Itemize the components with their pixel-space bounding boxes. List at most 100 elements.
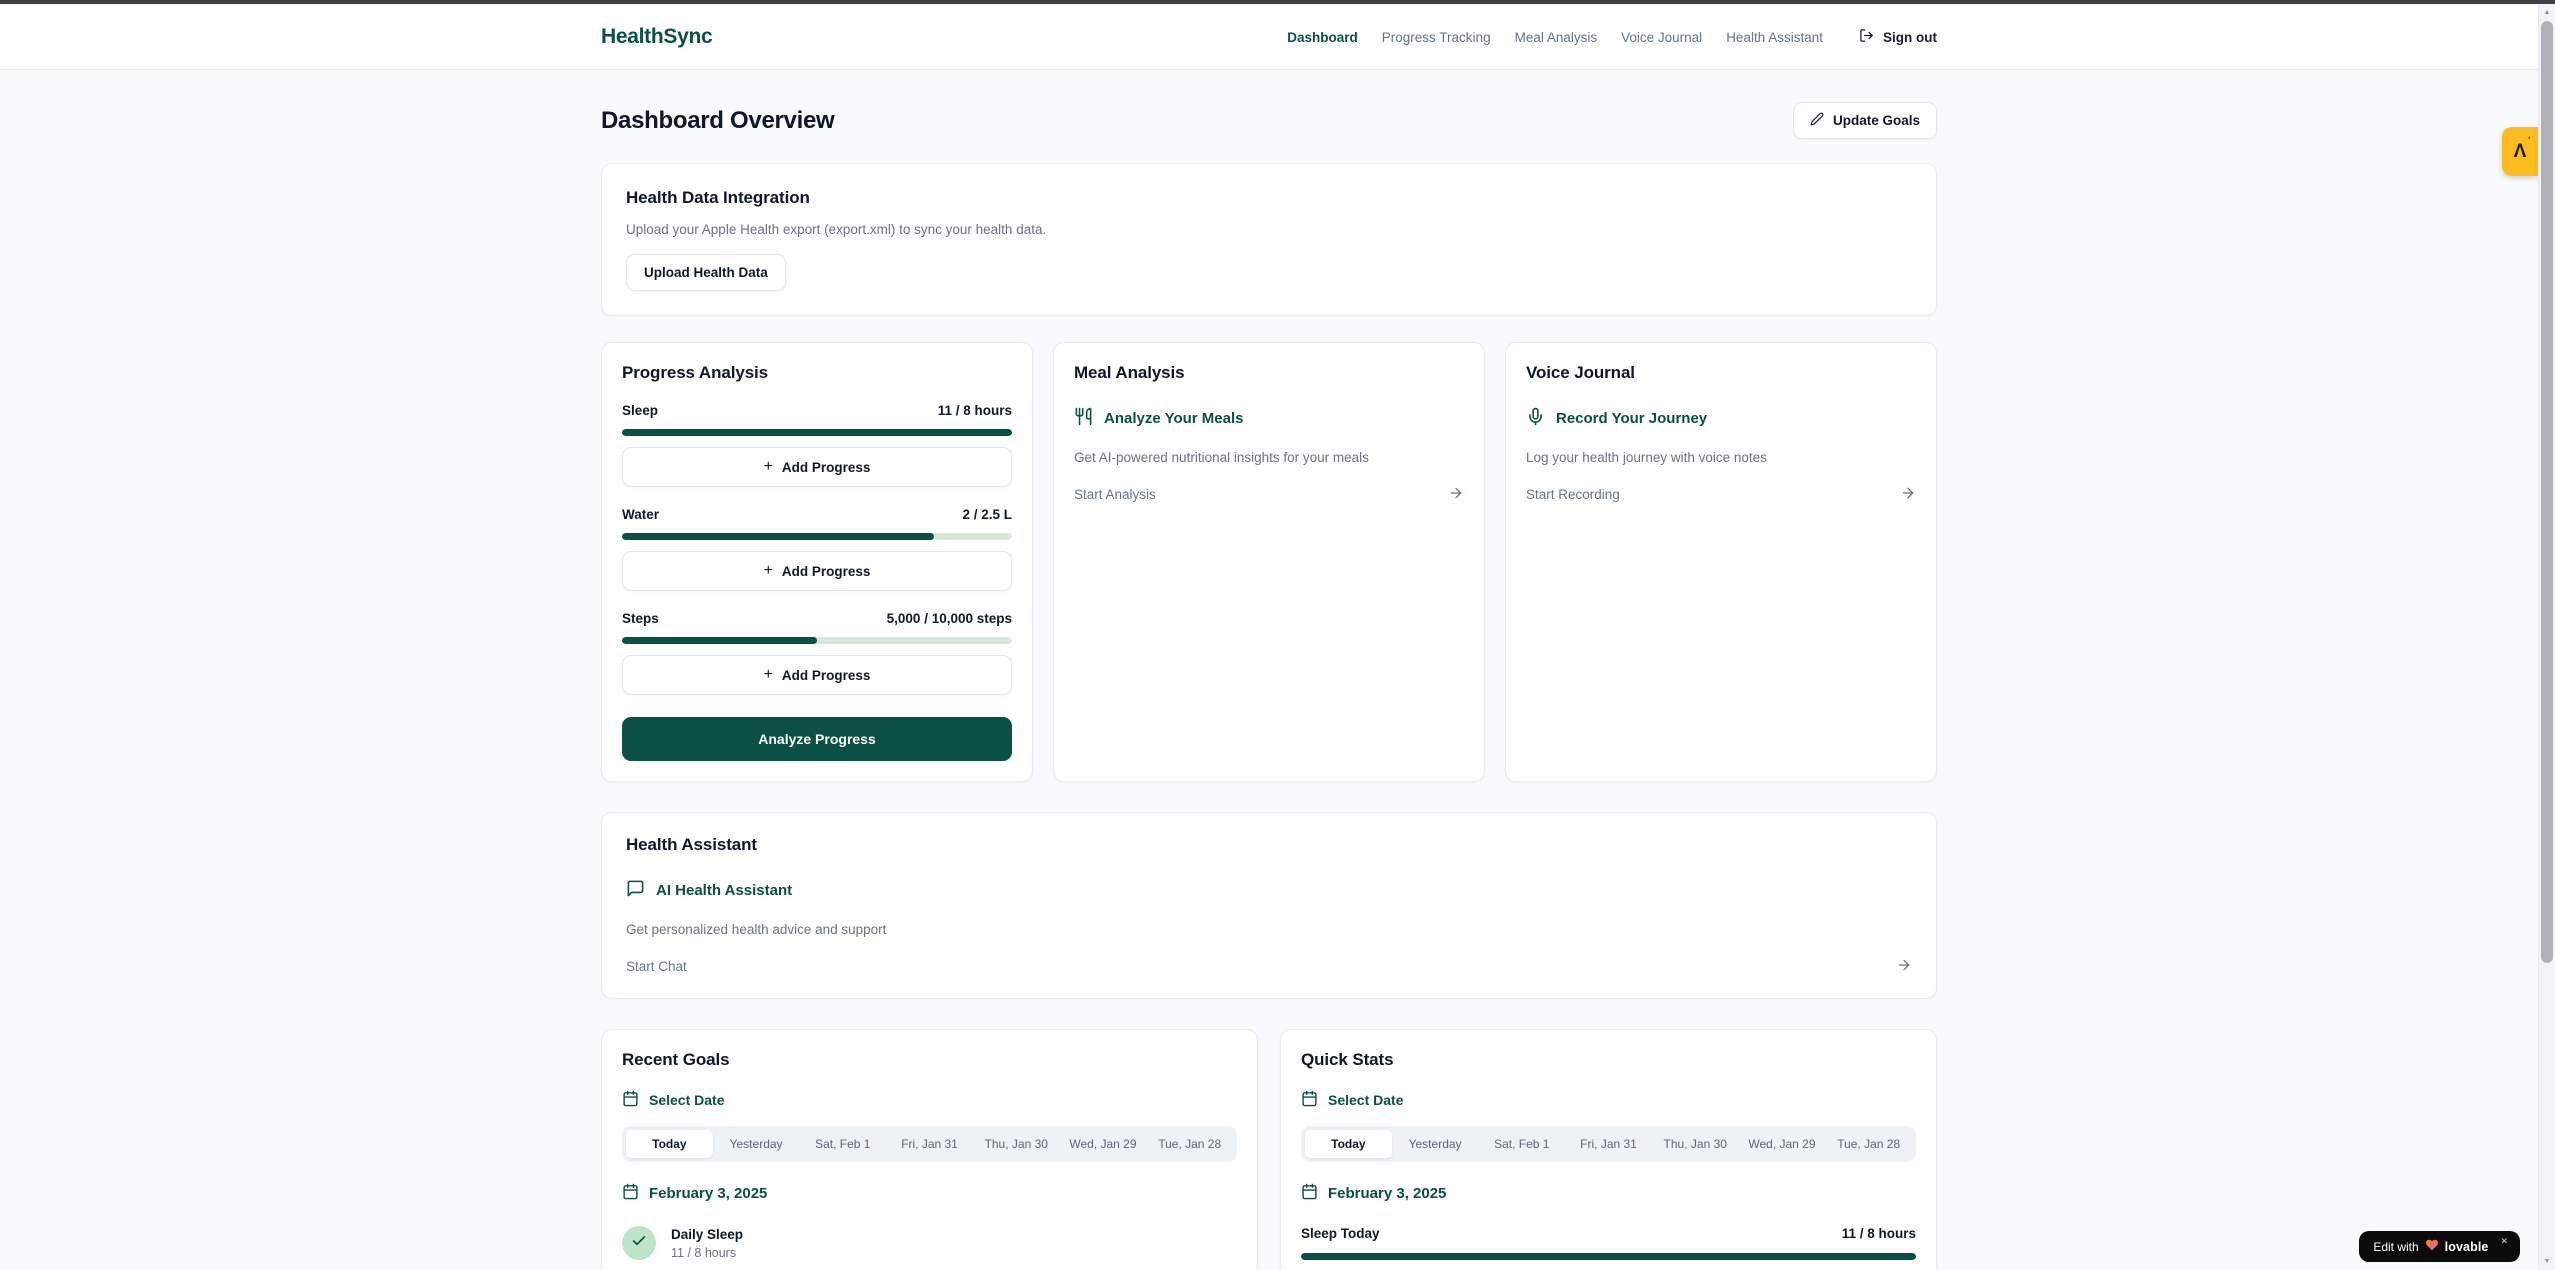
tab-sat-feb-1[interactable]: Sat, Feb 1 <box>1478 1130 1565 1158</box>
utensils-icon <box>1074 407 1093 430</box>
update-goals-button[interactable]: Update Goals <box>1793 102 1937 139</box>
sleep-progress-bar <box>622 429 1012 436</box>
edit-with-lovable-badge[interactable]: Edit with lovable ✕ <box>2359 1231 2520 1262</box>
tab-yesterday[interactable]: Yesterday <box>713 1130 800 1158</box>
voice-journal-card: Voice Journal Record Your Journey Log yo… <box>1505 342 1937 782</box>
tab-tue-jan-28[interactable]: Tue, Jan 28 <box>1825 1130 1912 1158</box>
steps-goal-block: Steps 5,000 / 10,000 steps + Add Progres… <box>622 611 1012 695</box>
calendar-icon <box>622 1090 639 1110</box>
nav-dashboard[interactable]: Dashboard <box>1287 30 1358 45</box>
add-steps-progress-button[interactable]: + Add Progress <box>622 655 1012 695</box>
tab-wed-jan-29[interactable]: Wed, Jan 29 <box>1739 1130 1826 1158</box>
steps-progress-fill <box>622 637 817 644</box>
start-recording-action[interactable]: Start Recording <box>1526 485 1916 504</box>
tab-today[interactable]: Today <box>626 1130 713 1158</box>
chat-bubble-icon <box>626 879 645 902</box>
sleep-value: 11 / 8 hours <box>938 403 1012 418</box>
heart-icon <box>2425 1238 2439 1255</box>
sleep-today-progress-bar <box>1301 1253 1916 1260</box>
voice-title: Voice Journal <box>1526 363 1916 383</box>
quick-stats-title: Quick Stats <box>1301 1050 1916 1070</box>
calendar-icon <box>1301 1090 1318 1110</box>
start-analysis-action[interactable]: Start Analysis <box>1074 485 1464 504</box>
add-progress-label: Add Progress <box>782 564 871 579</box>
analyze-your-meals-link[interactable]: Analyze Your Meals <box>1074 407 1464 430</box>
recent-goals-card: Recent Goals Select Date Today Yesterday… <box>601 1029 1258 1270</box>
scroll-down-arrow[interactable]: ▼ <box>2539 1253 2555 1270</box>
nav-meal-analysis[interactable]: Meal Analysis <box>1515 30 1598 45</box>
ai-health-assistant-link[interactable]: AI Health Assistant <box>626 879 1912 902</box>
start-chat-label: Start Chat <box>626 959 687 974</box>
scroll-up-arrow[interactable]: ▲ <box>2539 4 2555 21</box>
quick-stats-date-tabs: Today Yesterday Sat, Feb 1 Fri, Jan 31 T… <box>1301 1126 1916 1162</box>
health-assistant-card: Health Assistant AI Health Assistant Get… <box>601 812 1937 999</box>
assistant-title: Health Assistant <box>626 835 1912 855</box>
progress-analysis-card: Progress Analysis Sleep 11 / 8 hours + A… <box>601 342 1033 782</box>
select-date-label: Select Date <box>649 1092 724 1108</box>
close-icon[interactable]: ✕ <box>2500 1236 2508 1247</box>
voice-description: Log your health journey with voice notes <box>1526 450 1916 465</box>
current-date-label: February 3, 2025 <box>649 1185 767 1202</box>
page-title: Dashboard Overview <box>601 107 834 135</box>
recent-goals-current-date: February 3, 2025 <box>622 1183 1237 1204</box>
analyze-progress-button[interactable]: Analyze Progress <box>622 717 1012 761</box>
health-data-integration-card: Health Data Integration Upload your Appl… <box>601 163 1937 316</box>
nav-voice-journal[interactable]: Voice Journal <box>1621 30 1702 45</box>
goal-value: 11 / 8 hours <box>671 1246 743 1260</box>
current-date-label: February 3, 2025 <box>1328 1185 1446 1202</box>
goal-complete-badge <box>622 1226 656 1260</box>
tab-thu-jan-30[interactable]: Thu, Jan 30 <box>973 1130 1060 1158</box>
tab-fri-jan-31[interactable]: Fri, Jan 31 <box>886 1130 973 1158</box>
calendar-icon <box>622 1183 639 1204</box>
sign-out-button[interactable]: Sign out <box>1859 28 1937 46</box>
add-sleep-progress-button[interactable]: + Add Progress <box>622 447 1012 487</box>
quick-stats-select-date[interactable]: Select Date <box>1301 1090 1403 1110</box>
main-nav: Dashboard Progress Tracking Meal Analysi… <box>1287 28 1937 46</box>
water-label: Water <box>622 507 659 522</box>
integration-title: Health Data Integration <box>626 188 1912 208</box>
water-goal-block: Water 2 / 2.5 L + Add Progress <box>622 507 1012 591</box>
tab-wed-jan-29[interactable]: Wed, Jan 29 <box>1060 1130 1147 1158</box>
meal-analysis-card: Meal Analysis Analyze Your Meals Get AI-… <box>1053 342 1485 782</box>
daily-sleep-goal-item: Daily Sleep 11 / 8 hours <box>622 1226 1237 1260</box>
tab-tue-jan-28[interactable]: Tue, Jan 28 <box>1146 1130 1233 1158</box>
tab-yesterday[interactable]: Yesterday <box>1392 1130 1479 1158</box>
analyze-your-meals-label: Analyze Your Meals <box>1104 410 1244 427</box>
water-progress-fill <box>622 533 934 540</box>
edit-with-label: Edit with <box>2373 1240 2418 1254</box>
lovable-floating-button[interactable]: Λ <box>2502 127 2538 176</box>
tab-thu-jan-30[interactable]: Thu, Jan 30 <box>1652 1130 1739 1158</box>
recent-goals-select-date[interactable]: Select Date <box>622 1090 724 1110</box>
add-progress-label: Add Progress <box>782 668 871 683</box>
quick-stats-current-date: February 3, 2025 <box>1301 1183 1916 1204</box>
app-logo: HealthSync <box>601 25 712 49</box>
browser-top-strip <box>0 0 2555 4</box>
vertical-scrollbar: ▲ ▼ <box>2538 0 2555 1270</box>
steps-label: Steps <box>622 611 659 626</box>
sleep-today-value: 11 / 8 hours <box>1842 1226 1916 1241</box>
nav-health-assistant[interactable]: Health Assistant <box>1726 30 1823 45</box>
logout-icon <box>1859 28 1874 46</box>
sleep-today-row: Sleep Today 11 / 8 hours <box>1301 1226 1916 1241</box>
scrollbar-thumb[interactable] <box>2541 21 2553 963</box>
progress-title: Progress Analysis <box>622 363 1012 383</box>
update-goals-label: Update Goals <box>1833 113 1920 128</box>
upload-health-data-button[interactable]: Upload Health Data <box>626 254 786 291</box>
water-value: 2 / 2.5 L <box>962 507 1012 522</box>
quick-stats-card: Quick Stats Select Date Today Yesterday … <box>1280 1029 1937 1270</box>
nav-progress-tracking[interactable]: Progress Tracking <box>1382 30 1491 45</box>
ai-health-assistant-label: AI Health Assistant <box>656 882 792 899</box>
tab-sat-feb-1[interactable]: Sat, Feb 1 <box>799 1130 886 1158</box>
start-chat-action[interactable]: Start Chat <box>626 957 1912 976</box>
sleep-today-progress-fill <box>1301 1253 1916 1260</box>
steps-progress-bar <box>622 637 1012 644</box>
add-water-progress-button[interactable]: + Add Progress <box>622 551 1012 591</box>
record-your-journey-label: Record Your Journey <box>1556 410 1707 427</box>
record-your-journey-link[interactable]: Record Your Journey <box>1526 407 1916 430</box>
tab-fri-jan-31[interactable]: Fri, Jan 31 <box>1565 1130 1652 1158</box>
calendar-icon <box>1301 1183 1318 1204</box>
steps-value: 5,000 / 10,000 steps <box>887 611 1012 626</box>
healthsync-app: HealthSync Dashboard Progress Tracking M… <box>0 0 2538 1270</box>
tab-today[interactable]: Today <box>1305 1130 1392 1158</box>
pencil-icon <box>1810 112 1824 129</box>
